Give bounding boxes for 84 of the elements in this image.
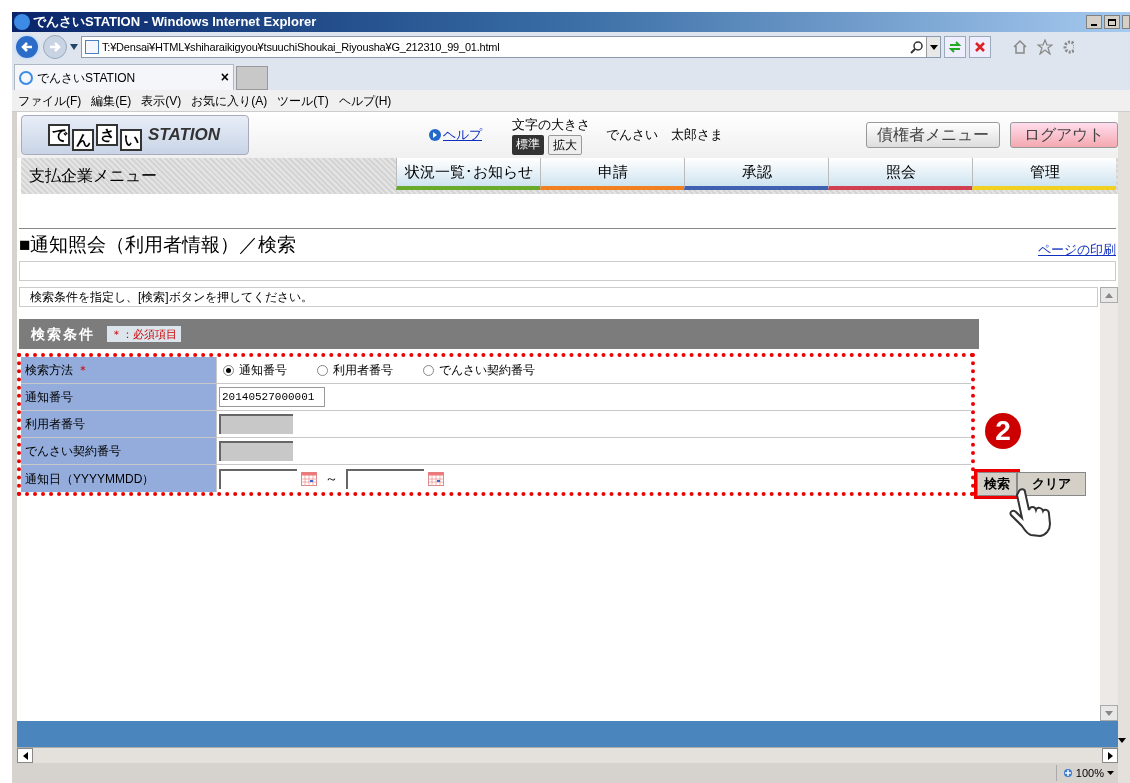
nav-tab[interactable]: 申請: [540, 158, 684, 190]
input-field[interactable]: 20140527000001: [219, 387, 325, 407]
scroll-down-icon[interactable]: [1118, 738, 1126, 743]
nav-tab[interactable]: 状況一覧･お知らせ: [396, 158, 540, 190]
stop-button[interactable]: [969, 36, 991, 58]
help-link[interactable]: ヘルプ: [443, 125, 482, 145]
menu-item[interactable]: 表示(V): [141, 91, 182, 110]
left-arrow-icon: [22, 751, 28, 760]
date-field[interactable]: [346, 468, 424, 489]
search-icon[interactable]: [910, 40, 924, 54]
scroll-up-button[interactable]: [1100, 287, 1118, 303]
clear-button[interactable]: クリア: [1017, 472, 1086, 496]
section-title: 検索条件: [31, 324, 95, 344]
user-name: でんさい 太郎さま: [606, 126, 723, 145]
page-icon: [85, 40, 99, 54]
menu-item[interactable]: お気に入り(A): [191, 91, 268, 110]
range-separator: ～: [325, 469, 338, 488]
radio-option[interactable]: 通知番号: [223, 361, 287, 379]
back-button[interactable]: [14, 34, 40, 60]
browser-logo-icon: [14, 14, 30, 30]
zoom-control[interactable]: 100%: [1055, 764, 1114, 782]
menu-item[interactable]: 編集(E): [91, 91, 132, 110]
refresh-arrows-icon: [948, 41, 962, 53]
required-note: ＊：必須項目: [107, 325, 181, 343]
settings-icon[interactable]: [1062, 39, 1074, 55]
nav-tab[interactable]: 承認: [684, 158, 828, 190]
logo-block: で: [48, 124, 70, 146]
menu-title: 支払企業メニュー: [28, 166, 158, 186]
window-title: でんさいSTATION - Windows Internet Explorer: [33, 13, 317, 32]
stop-icon: [974, 41, 986, 53]
logo[interactable]: で ん さ い STATION: [21, 115, 249, 155]
home-icon[interactable]: [1012, 39, 1028, 55]
step-badge: 2: [985, 413, 1021, 449]
minimize-button[interactable]: [1086, 15, 1102, 29]
right-arrow-icon: [1107, 751, 1113, 760]
field-label: 通知日（YYYYMMDD）: [21, 465, 217, 492]
search-button[interactable]: 検索: [977, 472, 1017, 496]
font-size-button[interactable]: 拡大: [548, 135, 582, 156]
calendar-icon[interactable]: [428, 471, 444, 486]
tab-close-button[interactable]: ×: [220, 67, 229, 88]
font-size-label: 文字の大きさ: [512, 115, 590, 134]
page-title: ■通知照会（利用者情報）／検索: [19, 232, 297, 257]
caret-icon: [1107, 771, 1114, 775]
radio-option[interactable]: でんさい契約番号: [423, 361, 535, 379]
scroll-right-button[interactable]: [1102, 748, 1118, 763]
logo-block: ん: [72, 129, 94, 151]
caret-icon: [929, 44, 938, 50]
menu-button[interactable]: 債権者メニュー: [866, 122, 1000, 148]
star-icon[interactable]: [1037, 39, 1053, 55]
font-size-button[interactable]: 標準: [512, 135, 544, 156]
scroll-down-button[interactable]: [1100, 705, 1118, 721]
dropdown-button[interactable]: [926, 37, 940, 57]
field-label: でんさい契約番号: [21, 438, 217, 464]
address-field[interactable]: T:¥Densai¥HTML¥shiharaikigyou¥tsuuchiShoukai_Riyousha¥G_212310_99_01.html: [81, 36, 941, 58]
menu-item[interactable]: ヘルプ(H): [338, 91, 392, 110]
calendar-icon[interactable]: [301, 471, 317, 486]
nav-tab[interactable]: 照会: [828, 158, 972, 190]
zoom-icon: [1062, 768, 1073, 778]
field-label: 利用者番号: [21, 411, 217, 437]
browser-tab[interactable]: でんさいSTATION ×: [14, 64, 234, 90]
logo-wordmark: STATION: [148, 124, 221, 147]
down-arrow-icon: [1105, 710, 1113, 716]
dropdown-caret-icon[interactable]: [70, 44, 78, 50]
logo-block: さ: [96, 124, 118, 146]
back-arrow-icon: [21, 41, 33, 53]
tab-title: でんさいSTATION: [37, 69, 136, 87]
instruction-text: 検索条件を指定し、[検索]ボタンを押してください。: [19, 287, 1098, 307]
nav-tab[interactable]: 管理: [972, 158, 1116, 190]
field-label: 通知番号: [21, 384, 217, 410]
scroll-left-button[interactable]: [17, 748, 33, 763]
print-link[interactable]: ページの印刷: [1038, 239, 1116, 259]
logo-block: い: [120, 129, 142, 151]
radio-button[interactable]: [423, 364, 434, 376]
maximize-button[interactable]: [1104, 15, 1120, 29]
menu-item[interactable]: ツール(T): [277, 91, 329, 110]
forward-arrow-icon: [49, 41, 61, 53]
radio-option[interactable]: 利用者番号: [317, 361, 393, 379]
radio-button[interactable]: [223, 364, 234, 376]
up-arrow-icon: [1105, 292, 1113, 298]
field-label: 検索方法 ＊: [21, 357, 217, 383]
menu-item[interactable]: ファイル(F): [18, 91, 82, 110]
browser-logo-icon: [19, 70, 33, 85]
radio-button[interactable]: [317, 364, 328, 376]
logout-button[interactable]: ログアウト: [1010, 122, 1118, 148]
